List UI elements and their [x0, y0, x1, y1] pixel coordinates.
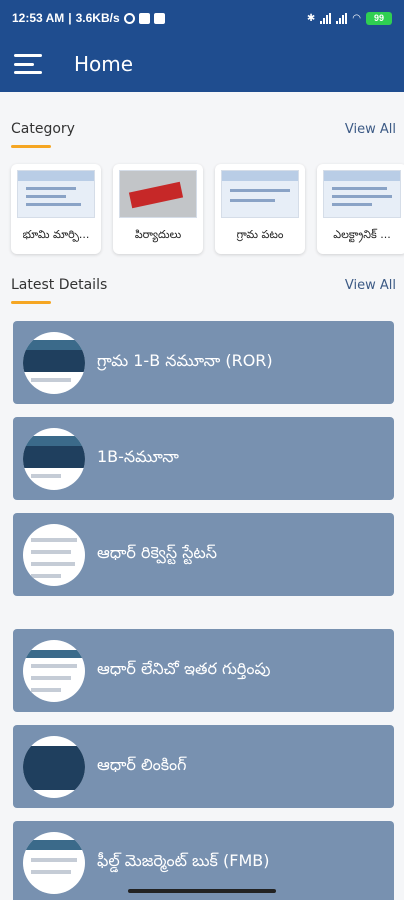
signal-icon	[320, 12, 332, 24]
latest-underline	[11, 301, 51, 304]
item-label: ఆధార్ లేనిచో ఇతర గుర్తింపు	[97, 659, 271, 678]
category-underline	[11, 145, 51, 148]
item-label: గ్రామ 1-B నమూనా (ROR)	[97, 351, 273, 370]
status-speed: 3.6KB/s	[75, 11, 120, 25]
item-thumbnail	[23, 523, 85, 586]
category-card[interactable]: భూమి మార్పి...	[11, 164, 101, 254]
category-thumbnail	[323, 170, 401, 218]
category-label: ఎలక్ట్రానిక్ ...	[333, 228, 391, 241]
list-item[interactable]: ఆధార్ లింకింగ్	[13, 725, 394, 808]
item-thumbnail	[23, 831, 85, 894]
screen-icon	[138, 12, 150, 24]
list-item[interactable]: ఆధార్ లేనిచో ఇతర గుర్తింపు	[13, 629, 394, 712]
category-thumbnail	[119, 170, 197, 218]
category-view-all-link[interactable]: View All	[345, 122, 396, 137]
category-thumbnail	[221, 170, 299, 218]
status-left: 12:53 AM | 3.6KB/s	[12, 11, 165, 25]
wifi-signal-icon	[336, 12, 348, 24]
home-indicator[interactable]	[128, 889, 276, 893]
hamburger-menu-icon[interactable]	[14, 54, 42, 74]
category-header: Category View All	[11, 121, 396, 148]
notification-icon	[153, 12, 165, 24]
bluetooth-icon: ✱	[306, 12, 316, 24]
item-thumbnail	[23, 639, 85, 702]
item-label: ఆధార్ రిక్వెస్ట్ స్టేటస్	[97, 543, 218, 562]
wifi-icon: ◠	[352, 12, 361, 24]
list-item[interactable]: గ్రామ 1-B నమూనా (ROR)	[13, 321, 394, 404]
item-label: ఫీల్డ్ మెజర్మెంట్ బుక్ (FMB)	[97, 851, 270, 870]
app-bar: Home	[0, 36, 404, 92]
category-card[interactable]: పిర్యాదులు	[113, 164, 203, 254]
item-label: 1B-నమూనా	[97, 447, 179, 466]
status-time: 12:53 AM	[12, 11, 65, 25]
category-list: భూమి మార్పి... పిర్యాదులు గ్రామ పటం ఎలక్…	[11, 164, 404, 254]
battery-icon: 99	[366, 11, 392, 25]
category-thumbnail	[17, 170, 95, 218]
item-thumbnail	[23, 735, 85, 798]
status-bar: 12:53 AM | 3.6KB/s ✱ ◠ 99	[0, 0, 404, 36]
data-saver-icon	[123, 12, 135, 24]
page-title: Home	[74, 52, 134, 76]
category-card[interactable]: గ్రామ పటం	[215, 164, 305, 254]
latest-view-all-link[interactable]: View All	[345, 278, 396, 293]
category-label: గ్రామ పటం	[236, 228, 284, 241]
item-thumbnail	[23, 331, 85, 394]
status-right: ✱ ◠ 99	[306, 11, 392, 25]
item-label: ఆధార్ లింకింగ్	[97, 755, 187, 774]
item-thumbnail	[23, 427, 85, 490]
category-card[interactable]: ఎలక్ట్రానిక్ ...	[317, 164, 404, 254]
latest-title: Latest Details	[11, 277, 108, 293]
category-label: భూమి మార్పి...	[22, 228, 90, 241]
list-item[interactable]: 1B-నమూనా	[13, 417, 394, 500]
list-item[interactable]: ఆధార్ రిక్వెస్ట్ స్టేటస్	[13, 513, 394, 596]
latest-header: Latest Details View All	[11, 277, 396, 304]
category-title: Category	[11, 121, 75, 137]
category-label: పిర్యాదులు	[134, 228, 182, 241]
